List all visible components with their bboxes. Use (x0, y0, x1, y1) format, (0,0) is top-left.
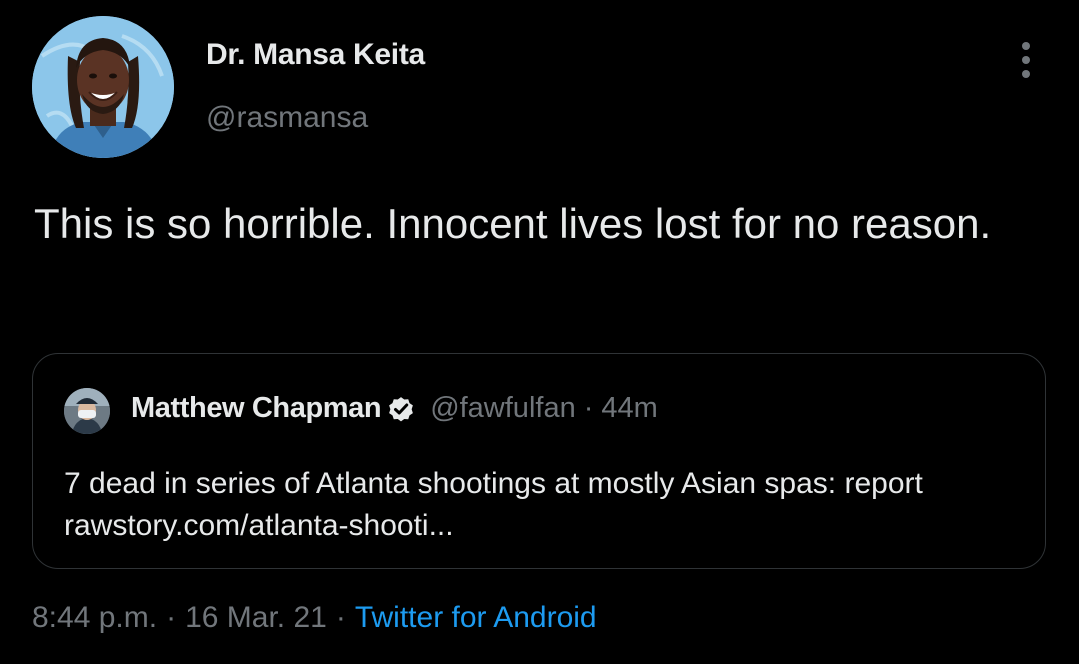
quoted-tweet-time[interactable]: 44m (601, 392, 657, 425)
quoted-author-handle[interactable]: @fawfulfan (430, 392, 576, 425)
quoted-tweet-header: Matthew Chapman @fawfulfan · 44m (131, 392, 658, 425)
author-handle[interactable]: @rasmansa (206, 101, 368, 135)
more-options-button[interactable] (1008, 36, 1044, 84)
photo-avatar-icon (64, 388, 110, 434)
meta-separator: · (335, 601, 346, 634)
meta-separator: · (166, 601, 177, 634)
quoted-author-name[interactable]: Matthew Chapman (131, 392, 382, 425)
author-avatar[interactable] (32, 16, 174, 158)
tweet-metadata: 8:44 p.m. · 16 Mar. 21 · Twitter for Android (32, 601, 597, 635)
vertical-ellipsis-icon (1022, 42, 1030, 78)
tweet-text: This is so horrible. Innocent lives lost… (34, 200, 992, 247)
tweet-date[interactable]: 16 Mar. 21 (185, 601, 327, 634)
illustrated-portrait-avatar (32, 16, 174, 158)
verified-badge-icon (386, 394, 416, 424)
quoted-tweet-text: 7 dead in series of Atlanta shootings at… (64, 467, 923, 542)
tweet-source-link[interactable]: Twitter for Android (355, 601, 597, 634)
quoted-header-separator: · (583, 392, 594, 424)
quoted-author-avatar[interactable] (64, 388, 110, 434)
author-display-name[interactable]: Dr. Mansa Keita (206, 38, 425, 72)
tweet-time[interactable]: 8:44 p.m. (32, 601, 157, 634)
quoted-tweet-card[interactable]: Matthew Chapman @fawfulfan · 44m 7 dead … (32, 353, 1046, 569)
